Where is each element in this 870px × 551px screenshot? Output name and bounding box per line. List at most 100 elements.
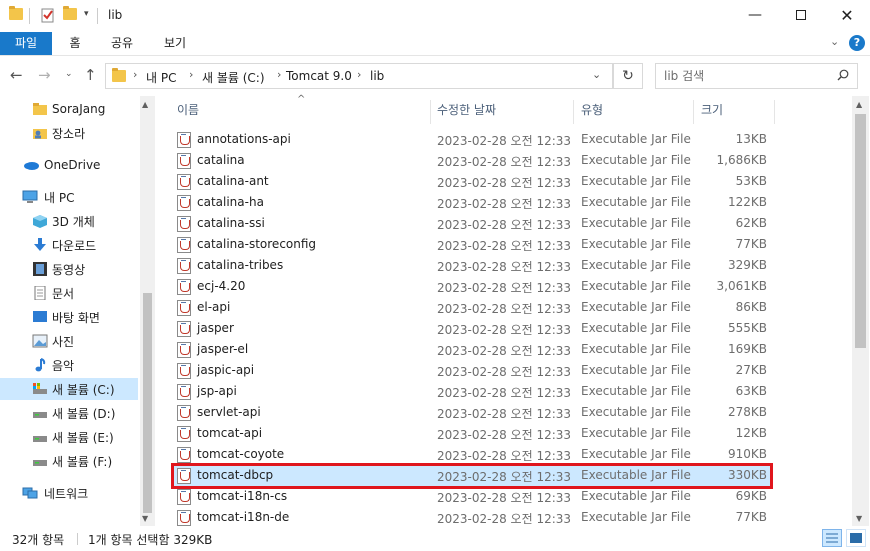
nav-item-volume-d[interactable]: 새 볼륨 (D:) [0,402,138,424]
nav-item-user-folder[interactable]: 장소라 [0,122,138,144]
file-type: Executable Jar File [581,405,691,419]
address-bar[interactable]: › 내 PC › 새 볼륨 (C:) › Tomcat 9.0 › lib ⌄ [105,63,613,89]
scroll-down-icon[interactable]: ▼ [142,514,148,523]
column-header-type[interactable]: 유형 [581,96,603,124]
table-row[interactable]: catalina-ha 2023-02-28 오전 12:33 Executable… [171,192,771,213]
column-divider[interactable] [573,100,574,124]
quick-access-dropdown-icon[interactable]: ▾ [84,9,89,19]
title-bar: ▾ lib — ✕ [0,0,870,32]
close-button[interactable]: ✕ [824,0,870,30]
nav-item-3d-objects[interactable]: 3D 개체 [0,210,138,232]
details-view-button[interactable] [822,529,842,547]
column-divider[interactable] [430,100,431,124]
breadcrumb-tomcat[interactable]: Tomcat 9.0 [286,69,352,83]
file-name: tomcat-api [197,426,263,440]
folder-icon [9,6,23,20]
table-row[interactable]: tomcat-i18n-cs 2023-02-28 오전 12:33 Executa… [171,486,771,507]
search-input[interactable] [664,68,824,84]
large-icons-view-button[interactable] [846,529,866,547]
minimize-button[interactable]: — [732,0,778,30]
file-date: 2023-02-28 오전 12:33 [437,155,572,169]
divider [97,8,98,24]
nav-item-onedrive[interactable]: OneDrive [0,154,138,176]
nav-item-volume-c[interactable]: 새 볼륨 (C:) [0,378,138,400]
table-row[interactable]: tomcat-api 2023-02-28 오전 12:33 Executable … [171,423,771,444]
column-header-date[interactable]: 수정한 날짜 [437,96,496,124]
breadcrumb-separator-icon[interactable]: › [189,68,193,81]
search-box[interactable] [655,63,858,89]
up-button[interactable]: ↑ [84,66,97,84]
breadcrumb-separator-icon[interactable]: › [357,68,361,81]
nav-item-network[interactable]: 네트워크 [0,482,138,504]
drive-icon [32,454,48,468]
file-size: 910KB [727,447,767,461]
user-folder-icon [32,126,48,140]
table-row[interactable]: tomcat-i18n-de 2023-02-28 오전 12:33 Executa… [171,507,771,528]
table-row[interactable]: annotations-api 2023-02-28 오전 12:33 Execut… [171,129,771,150]
file-name: catalina [197,153,245,167]
recent-locations-button[interactable]: ⌄ [65,69,73,79]
table-row[interactable]: catalina-tribes 2023-02-28 오전 12:33 Execut… [171,255,771,276]
file-size: 27KB [735,363,767,377]
tab-share[interactable]: 공유 [104,32,140,55]
nav-item-my-pc[interactable]: 내 PC [0,186,138,208]
nav-item-downloads[interactable]: 다운로드 [0,234,138,256]
table-row[interactable]: catalina-ant 2023-02-28 오전 12:33 Executabl… [171,171,771,192]
table-row[interactable]: servlet-api 2023-02-28 오전 12:33 Executable… [171,402,771,423]
table-row[interactable]: catalina-ssi 2023-02-28 오전 12:33 Executabl… [171,213,771,234]
file-name: annotations-api [197,132,291,146]
help-icon[interactable]: ? [849,35,865,51]
forward-button[interactable]: → [38,66,51,84]
column-header-size[interactable]: 크기 [701,96,723,124]
breadcrumb-separator-icon[interactable]: › [133,68,137,81]
file-type: Executable Jar File [581,237,691,251]
table-row[interactable]: catalina 2023-02-28 오전 12:33 Executable Ja… [171,150,771,171]
column-header-name[interactable]: 이름 [177,96,199,124]
scroll-up-icon[interactable]: ▲ [856,100,862,109]
file-size: 330KB [727,468,767,482]
table-row[interactable]: tomcat-coyote 2023-02-28 오전 12:33 Executab… [171,444,771,465]
column-divider[interactable] [693,100,694,124]
nav-item-pictures[interactable]: 사진 [0,330,138,352]
nav-item-volume-e[interactable]: 새 볼륨 (E:) [0,426,138,448]
scroll-up-icon[interactable]: ▲ [142,100,148,109]
address-dropdown-icon[interactable]: ⌄ [592,68,601,81]
table-row[interactable]: jsp-api 2023-02-28 오전 12:33 Executable Jar… [171,381,771,402]
table-row[interactable]: jasper 2023-02-28 오전 12:33 Executable Jar … [171,318,771,339]
file-name: tomcat-i18n-de [197,510,290,524]
file-size: 278KB [727,405,767,419]
breadcrumb-my-pc[interactable]: 내 PC [146,69,176,86]
column-divider[interactable] [774,100,775,124]
breadcrumb-separator-icon[interactable]: › [277,68,281,81]
refresh-button[interactable]: ↻ [613,63,643,89]
table-row[interactable]: el-api 2023-02-28 오전 12:33 Executable Jar … [171,297,771,318]
folder-icon [32,102,48,116]
new-folder-icon[interactable] [63,6,77,20]
ribbon-expand-icon[interactable]: ⌄ [830,35,839,48]
table-row[interactable]: jaspic-api 2023-02-28 오전 12:33 Executable … [171,360,771,381]
nav-item-documents[interactable]: 문서 [0,282,138,304]
back-button[interactable]: ← [10,66,23,84]
file-list-scrollbar[interactable]: ▲ ▼ [852,96,869,526]
scrollbar-thumb[interactable] [855,114,866,348]
scroll-down-icon[interactable]: ▼ [856,514,862,523]
table-row[interactable]: catalina-storeconfig 2023-02-28 오전 12:33 E… [171,234,771,255]
breadcrumb-lib[interactable]: lib [370,69,384,83]
tab-view[interactable]: 보기 [157,32,193,55]
table-row[interactable]: jasper-el 2023-02-28 오전 12:33 Executable J… [171,339,771,360]
tab-file[interactable]: 파일 [0,32,52,55]
nav-item-desktop[interactable]: 바탕 화면 [0,306,138,328]
table-row[interactable]: ecj-4.20 2023-02-28 오전 12:33 Executable Ja… [171,276,771,297]
jar-file-icon [177,468,191,484]
nav-item-videos[interactable]: 동영상 [0,258,138,280]
breadcrumb-volume-c[interactable]: 새 볼륨 (C:) [202,69,265,86]
scrollbar-thumb[interactable] [143,293,152,513]
nav-item-sorajang[interactable]: SoraJang [0,98,138,120]
table-row[interactable]: tomcat-dbcp 2023-02-28 오전 12:33 Executable… [171,465,771,486]
maximize-button[interactable] [778,0,824,30]
nav-item-volume-f[interactable]: 새 볼륨 (F:) [0,450,138,472]
properties-icon[interactable] [40,7,56,26]
nav-item-music[interactable]: 음악 [0,354,138,376]
tab-home[interactable]: 홈 [60,32,90,55]
nav-scrollbar[interactable]: ▲ ▼ [140,96,155,526]
